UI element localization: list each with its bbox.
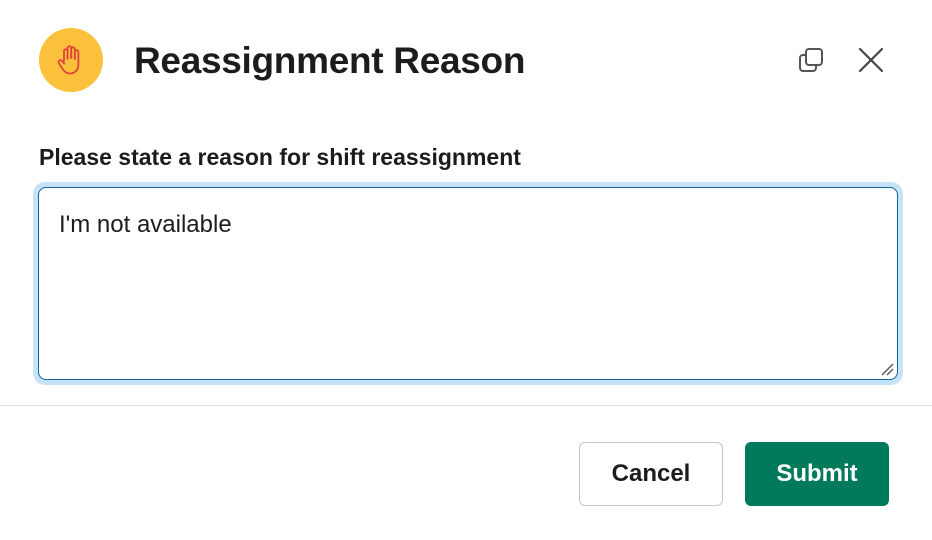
close-button[interactable] [853, 42, 889, 78]
popout-button[interactable] [793, 42, 829, 78]
dialog-header: Reassignment Reason [0, 0, 932, 120]
reason-textarea-focus-ring: I'm not available [33, 182, 903, 385]
resize-handle-icon[interactable] [880, 362, 894, 376]
reassignment-dialog: Reassignment Reason Please state a reaso… [0, 0, 932, 540]
reason-text: I'm not available [59, 211, 232, 238]
submit-button[interactable]: Submit [745, 442, 889, 506]
reason-textarea[interactable]: I'm not available [38, 187, 898, 380]
reason-label: Please state a reason for shift reassign… [39, 144, 521, 170]
close-icon [858, 47, 884, 73]
dialog-title: Reassignment Reason [134, 40, 526, 81]
cancel-button[interactable]: Cancel [579, 442, 723, 506]
raised-hand-icon [39, 28, 103, 92]
popout-icon [796, 45, 826, 75]
footer-divider [0, 405, 932, 406]
